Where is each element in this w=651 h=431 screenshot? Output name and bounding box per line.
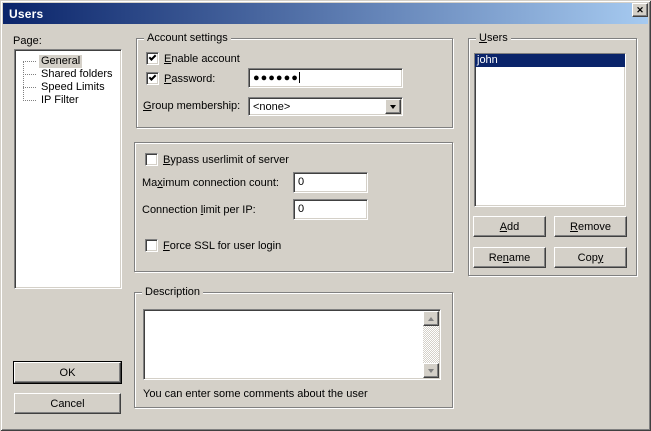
cancel-button[interactable]: Cancel bbox=[14, 393, 121, 414]
tree-item-speed-limits[interactable]: Speed Limits bbox=[15, 81, 121, 94]
chevron-down-icon bbox=[390, 105, 396, 109]
description-textarea[interactable] bbox=[143, 309, 441, 380]
tree-connector-icon bbox=[23, 87, 36, 88]
bypass-userlimit-checkbox[interactable] bbox=[145, 153, 158, 166]
password-checkbox[interactable] bbox=[146, 72, 159, 85]
enable-account-label: Enable account bbox=[164, 53, 240, 66]
list-item-user[interactable]: john bbox=[475, 54, 625, 67]
arrow-up-icon bbox=[428, 317, 434, 321]
tree-connector-icon bbox=[23, 61, 36, 62]
checkmark-icon bbox=[149, 73, 157, 81]
rename-user-button[interactable]: Rename bbox=[473, 247, 546, 268]
password-label: Password: bbox=[164, 73, 215, 86]
window-title: Users bbox=[3, 7, 43, 21]
users-group-title: Users bbox=[476, 32, 511, 44]
description-title: Description bbox=[142, 286, 203, 298]
add-user-button[interactable]: Add bbox=[473, 216, 546, 237]
dropdown-button[interactable] bbox=[385, 99, 401, 114]
page-label: Page: bbox=[13, 35, 42, 48]
enable-account-checkbox[interactable] bbox=[146, 52, 159, 65]
close-icon: ✕ bbox=[636, 6, 644, 15]
force-ssl-checkbox[interactable] bbox=[145, 239, 158, 252]
arrow-down-icon bbox=[428, 369, 434, 373]
max-connection-input[interactable]: 0 bbox=[293, 172, 368, 193]
group-membership-label: Group membership: bbox=[143, 100, 240, 113]
users-listbox[interactable]: john bbox=[474, 53, 626, 207]
connection-per-ip-label: Connection limit per IP: bbox=[142, 204, 256, 217]
max-connection-label: Maximum connection count: bbox=[142, 177, 279, 190]
connection-per-ip-input[interactable]: 0 bbox=[293, 199, 368, 220]
copy-user-button[interactable]: Copy bbox=[554, 247, 627, 268]
remove-user-button[interactable]: Remove bbox=[554, 216, 627, 237]
page-tree[interactable]: General Shared folders Speed Limits IP F… bbox=[14, 49, 122, 289]
tree-connector-icon bbox=[23, 74, 36, 75]
titlebar[interactable]: Users bbox=[3, 3, 648, 24]
checkmark-icon bbox=[149, 53, 157, 61]
group-membership-select[interactable]: <none> bbox=[248, 97, 403, 116]
close-button[interactable]: ✕ bbox=[632, 3, 648, 17]
tree-item-ip-filter[interactable]: IP Filter bbox=[15, 94, 121, 107]
scroll-down-button[interactable] bbox=[423, 363, 439, 378]
tree-item-shared-folders[interactable]: Shared folders bbox=[15, 68, 121, 81]
users-dialog: Users ✕ Page: General Shared folders Spe… bbox=[0, 0, 651, 431]
vertical-scrollbar[interactable] bbox=[423, 311, 439, 378]
tree-connector-icon bbox=[23, 100, 36, 101]
tree-item-general[interactable]: General bbox=[15, 55, 121, 68]
bypass-userlimit-label: Bypass userlimit of server bbox=[163, 154, 289, 167]
description-note: You can enter some comments about the us… bbox=[143, 388, 368, 400]
account-settings-title: Account settings bbox=[144, 32, 231, 44]
text-caret bbox=[299, 72, 300, 83]
force-ssl-label: Force SSL for user login bbox=[163, 240, 281, 253]
ok-button[interactable]: OK bbox=[14, 362, 121, 383]
scroll-up-button[interactable] bbox=[423, 311, 439, 326]
password-input[interactable]: ●●●●●● bbox=[248, 68, 403, 88]
